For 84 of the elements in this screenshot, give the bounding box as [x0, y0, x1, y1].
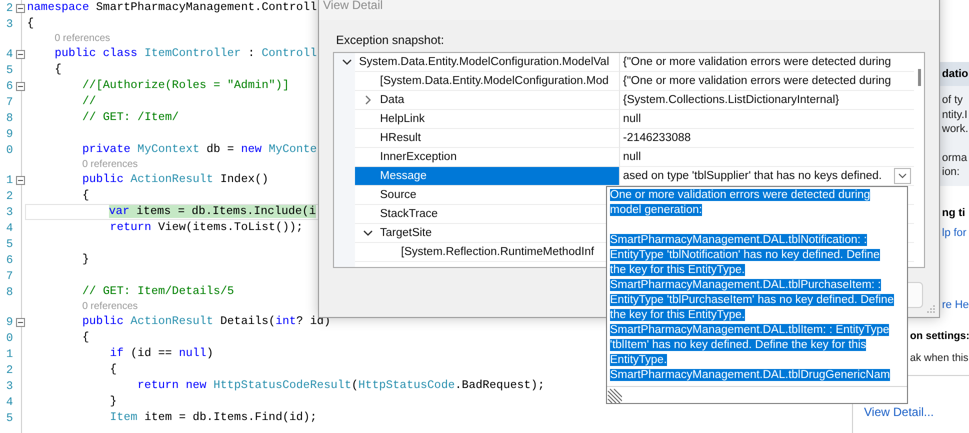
- helper-text: orma ion:: [942, 152, 968, 178]
- code-line: public ActionResult Index(): [82, 173, 269, 186]
- property-value: {"One or more validation errors were detected during: [623, 55, 892, 70]
- property-name[interactable]: [System.Reflection.RuntimeMethodInf: [401, 246, 594, 258]
- line-number: 2: [5, 190, 13, 202]
- code-line: }: [82, 253, 90, 266]
- line-number: 9: [5, 128, 13, 140]
- line-number: 1: [5, 348, 13, 360]
- property-value: -2146233088: [623, 131, 691, 146]
- collapse-icon[interactable]: [16, 4, 24, 12]
- line-number: 8: [5, 286, 13, 298]
- line-number: 7: [5, 270, 13, 282]
- helper-text: ak when this: [910, 352, 968, 364]
- line-number: 1: [5, 174, 13, 186]
- collapse-icon[interactable]: [16, 176, 24, 184]
- code-line: if (id == null): [110, 347, 214, 360]
- line-number: 9: [5, 316, 13, 328]
- line-number: 4: [5, 222, 13, 234]
- window-title: View Detail: [323, 0, 383, 12]
- code-line: namespace SmartPharmacyManagement.Controll: [27, 1, 317, 14]
- code-line: {: [82, 189, 90, 202]
- property-value: ased on type 'tblSupplier' that has no keys defined.: [623, 169, 882, 184]
- line-number: 2: [5, 364, 13, 376]
- helper-link[interactable]: lp for: [942, 226, 966, 238]
- property-name[interactable]: StackTrace: [380, 208, 438, 220]
- line-number: 7: [5, 96, 13, 108]
- code-line: {: [82, 331, 90, 344]
- collapse-icon[interactable]: [16, 318, 24, 326]
- collapse-icon[interactable]: [16, 50, 24, 58]
- property-value: {System.Collections.ListDictionaryInternal}: [623, 93, 840, 108]
- collapse-icon[interactable]: [16, 82, 24, 90]
- code-line: {: [27, 17, 34, 30]
- section-heading: ng ti: [942, 206, 966, 218]
- line-number: 0: [5, 144, 13, 156]
- resize-grip-icon[interactable]: [607, 388, 622, 403]
- code-line: {: [110, 363, 117, 376]
- line-number: 3: [5, 206, 13, 218]
- code-line: return View(items.ToList());: [110, 221, 304, 234]
- code-line: Item item = db.Items.Find(id);: [110, 411, 317, 424]
- property-name[interactable]: Message: [380, 170, 427, 182]
- property-name[interactable]: System.Data.Entity.ModelConfiguration.ModelVal: [359, 56, 610, 68]
- line-number: 6: [5, 254, 13, 266]
- line-number: 0: [5, 332, 13, 344]
- property-name[interactable]: Data: [380, 94, 404, 106]
- caret-icon: [898, 173, 907, 179]
- helper-link[interactable]: re He: [942, 298, 969, 310]
- line-number: 5: [5, 238, 13, 250]
- code-line: {: [54, 63, 62, 76]
- property-name[interactable]: Source: [380, 189, 416, 201]
- code-line: private MyContext db = new MyConte: [82, 143, 317, 156]
- helper-text: of ty ntity.I work.: [942, 94, 968, 135]
- line-number: 3: [5, 18, 13, 30]
- property-name[interactable]: InnerException: [380, 151, 457, 163]
- line-number: 5: [5, 412, 13, 424]
- chevron-down-icon[interactable]: [341, 56, 353, 67]
- resize-grip-icon[interactable]: [927, 305, 935, 313]
- code-line: }: [110, 395, 117, 408]
- property-name[interactable]: HelpLink: [380, 113, 425, 125]
- code-line: // GET: /Item/: [82, 111, 179, 124]
- section-heading: datio: [942, 68, 968, 80]
- line-number: 6: [5, 80, 13, 92]
- code-line: return new HttpStatusCodeResult(HttpStatusCode.BadRequest);: [137, 379, 545, 392]
- property-value: {"One or more validation errors were detected during: [623, 74, 892, 89]
- code-line: // GET: Item/Details/5: [82, 285, 234, 298]
- dropdown-button[interactable]: [894, 168, 911, 184]
- property-value: null: [623, 112, 641, 127]
- line-number: 4: [5, 48, 13, 60]
- code-line: //: [82, 95, 96, 108]
- snapshot-label: Exception snapshot:: [336, 33, 444, 47]
- code-line: public class ItemController : Controll: [54, 47, 317, 60]
- property-value: null: [623, 150, 641, 165]
- property-name[interactable]: [System.Data.Entity.ModelConfiguration.Mod: [380, 75, 609, 87]
- code-line: //[Authorize(Roles = "Admin")]: [82, 79, 290, 92]
- scrollbar-thumb[interactable]: [918, 69, 921, 86]
- line-number: 2: [5, 2, 13, 14]
- chevron-down-icon[interactable]: [362, 228, 374, 238]
- line-number: 8: [5, 112, 13, 124]
- property-name[interactable]: HResult: [380, 132, 421, 144]
- line-number: 4: [5, 396, 13, 408]
- section-heading: on settings:: [910, 330, 969, 342]
- line-number: 5: [5, 64, 13, 76]
- line-number: 3: [5, 380, 13, 392]
- helper-link[interactable]: View Detail...: [864, 405, 934, 419]
- property-name[interactable]: TargetSite: [380, 227, 432, 239]
